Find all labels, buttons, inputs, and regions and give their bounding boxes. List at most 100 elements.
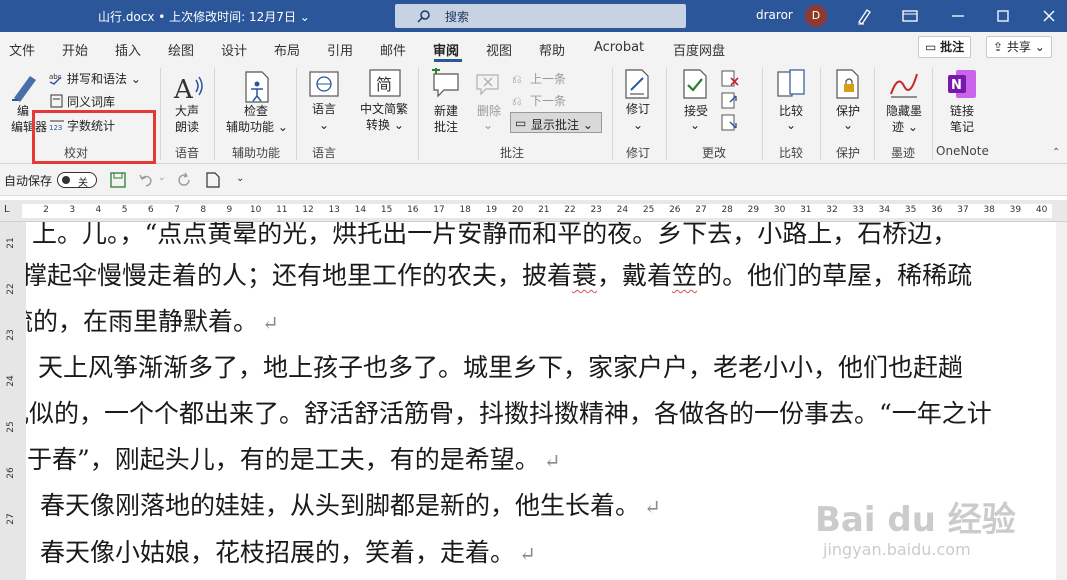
show-comments-button[interactable]: ▭ 显示批注 ⌄	[510, 112, 602, 133]
comments-button[interactable]: ▭ 批注	[918, 36, 972, 58]
customize-qat-icon[interactable]: ⌄	[236, 173, 244, 184]
undo-dropdown-icon[interactable]: ⌄	[158, 173, 166, 183]
text-line[interactable]: 上。儿。，“点点黄晕的光，烘托出一片安静而和平的夜。乡下去，小路上，石桥边，	[32, 222, 957, 250]
text-line[interactable]: 撑起伞慢慢走着的人；还有地里工作的农夫，披着蓑，戴着笠的。他们的草屋，稀稀疏	[26, 256, 972, 292]
accept-icon[interactable]	[680, 68, 710, 100]
next-change-icon[interactable]	[720, 114, 740, 132]
chinese-conversion-label-1[interactable]: 中文简繁	[360, 102, 408, 116]
vertical-scrollbar[interactable]	[1056, 222, 1067, 580]
thesaurus-icon	[50, 94, 63, 108]
language-arrow[interactable]: ⌄	[319, 118, 329, 132]
protect-arrow[interactable]: ⌄	[843, 118, 853, 132]
thesaurus-button[interactable]: 同义词库	[67, 95, 115, 109]
editor-label-1[interactable]: 编	[17, 104, 29, 118]
share-button[interactable]: ⇪ 共享 ⌄	[986, 36, 1052, 58]
language-icon[interactable]	[308, 70, 340, 100]
text-line[interactable]: 疏的，在雨里静默着。 ↵	[26, 302, 279, 338]
tab-help[interactable]: 帮助	[539, 40, 565, 59]
search-box[interactable]: 搜索	[395, 4, 686, 28]
vertical-ruler[interactable]: 21 22 23 24 25 26 27	[0, 222, 22, 580]
accessibility-label-1[interactable]: 检查	[244, 104, 268, 118]
hide-ink-icon[interactable]	[888, 68, 920, 100]
accept-arrow[interactable]: ⌄	[690, 118, 700, 132]
link-notes-label-1[interactable]: 链接	[950, 104, 974, 118]
text-line[interactable]: 春天像小姑娘，花枝招展的，笑着，走着。 ↵	[40, 533, 536, 569]
text-line[interactable]: 天上风筝渐渐多了，地上孩子也多了。城里乡下，家家户户，老老小小，他们也赶趟	[38, 348, 963, 384]
protect-icon[interactable]	[834, 68, 862, 100]
tab-insert[interactable]: 插入	[115, 40, 141, 59]
tab-home[interactable]: 开始	[62, 40, 88, 59]
delete-comment-arrow[interactable]: ⌄	[483, 118, 493, 132]
chinese-conversion-icon[interactable]: 简	[368, 68, 402, 100]
accept-button[interactable]: 接受	[684, 104, 708, 118]
compare-icon[interactable]	[776, 68, 806, 100]
save-icon[interactable]	[110, 172, 126, 188]
group-compare-label: 比较	[779, 146, 804, 160]
new-comment-label-1[interactable]: 新建	[434, 104, 458, 118]
new-comment-icon[interactable]	[430, 68, 462, 100]
group-tracking-label: 修订	[626, 146, 651, 160]
tab-acrobat[interactable]: Acrobat	[594, 40, 644, 55]
previous-change-icon[interactable]	[720, 92, 740, 110]
tab-selector[interactable]: L	[4, 204, 10, 215]
tab-draw[interactable]: 绘图	[168, 40, 194, 59]
new-comment-label-2[interactable]: 批注	[434, 120, 458, 134]
compare-arrow[interactable]: ⌄	[786, 118, 796, 132]
tab-review[interactable]: 审阅	[433, 40, 459, 59]
tab-references[interactable]: 引用	[327, 40, 353, 59]
ribbon-display-icon[interactable]	[900, 6, 920, 26]
minimize-icon[interactable]	[948, 6, 968, 26]
text-line[interactable]: 儿似的，一个个都出来了。舒活舒活筋骨，抖擞抖擞精神，各做各的一份事去。“一年之计	[26, 394, 992, 430]
close-icon[interactable]	[1039, 6, 1059, 26]
link-notes-label-2[interactable]: 笔记	[950, 120, 974, 134]
user-name[interactable]: draror	[756, 8, 793, 22]
group-protect-label: 保护	[836, 146, 861, 160]
redo-icon[interactable]	[176, 172, 192, 188]
horizontal-ruler[interactable]: L 2 3 4 5 6 7 8 9 10 11 12 13 14 15 16 17 18 19 20 21 22 23 24…	[0, 200, 1067, 222]
new-document-icon[interactable]	[206, 172, 220, 188]
document-title[interactable]: 山行.docx • 上次修改时间: 12月7日 ⌄	[98, 8, 310, 25]
pen-icon[interactable]	[855, 6, 875, 26]
text-line[interactable]: 在于春”，刚起头儿，有的是工夫，有的是希望。 ↵	[26, 440, 561, 476]
group-changes-label: 更改	[702, 146, 727, 160]
track-changes-arrow[interactable]: ⌄	[633, 118, 643, 132]
compare-button[interactable]: 比较	[779, 104, 803, 118]
delete-comment-label[interactable]: 删除	[477, 104, 501, 118]
protect-button[interactable]: 保护	[836, 104, 860, 118]
autosave-toggle[interactable]: 关	[57, 172, 97, 189]
svg-text:N: N	[951, 78, 962, 93]
hide-ink-label-2[interactable]: 迹 ⌄	[892, 120, 918, 134]
avatar[interactable]: D	[805, 5, 827, 27]
spelling-flag[interactable]: 蓑	[572, 261, 597, 290]
language-button[interactable]: 语言	[312, 102, 336, 116]
maximize-icon[interactable]	[993, 6, 1013, 26]
spelling-grammar-button[interactable]: 拼写和语法 ⌄	[67, 72, 141, 86]
tab-file[interactable]: 文件	[9, 40, 35, 59]
text-line[interactable]: 春天像刚落地的娃娃，从头到脚都是新的，他生长着。 ↵	[40, 486, 661, 522]
onenote-icon[interactable]: N	[946, 68, 978, 100]
next-comment-button[interactable]: 下一条	[530, 94, 566, 108]
tab-layout[interactable]: 布局	[274, 40, 300, 59]
read-aloud-label-1[interactable]: 大声	[175, 104, 199, 118]
track-changes-button[interactable]: 修订	[626, 102, 650, 116]
spelling-flag[interactable]: 笠	[672, 261, 697, 290]
collapse-ribbon-icon[interactable]: ⌃	[1052, 146, 1060, 160]
undo-icon[interactable]	[138, 172, 154, 188]
hide-ink-label-1[interactable]: 隐藏墨	[886, 104, 922, 118]
read-aloud-label-2[interactable]: 朗读	[175, 120, 199, 134]
read-aloud-icon[interactable]: A	[172, 70, 206, 104]
editor-icon[interactable]	[8, 70, 42, 104]
separator	[296, 68, 297, 160]
tab-baidu-netdisk[interactable]: 百度网盘	[673, 40, 725, 59]
tab-design[interactable]: 设计	[221, 40, 247, 59]
accessibility-check-icon[interactable]	[242, 70, 272, 104]
reject-icon[interactable]	[720, 70, 740, 88]
previous-comment-button[interactable]: 上一条	[530, 72, 566, 86]
tab-view[interactable]: 视图	[486, 40, 512, 59]
chinese-conversion-label-2[interactable]: 转换 ⌄	[366, 118, 404, 132]
text-line-content: 上。儿。，“点点黄晕的光，烘托出一片安静而和平的夜。乡下去，小路上，石桥边，	[32, 222, 958, 248]
tab-mailings[interactable]: 邮件	[380, 40, 406, 59]
accessibility-label-2[interactable]: 辅助功能 ⌄	[226, 120, 288, 134]
track-changes-icon[interactable]	[622, 68, 652, 100]
delete-comment-icon[interactable]	[474, 70, 502, 98]
